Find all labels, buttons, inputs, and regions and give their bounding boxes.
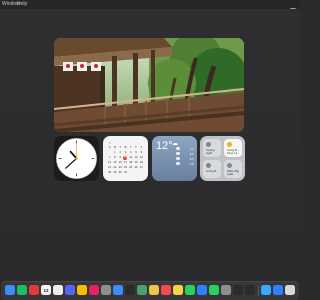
mail-icon[interactable] [113,285,123,295]
music-player-icon[interactable] [161,285,171,295]
youtube-icon[interactable] [29,285,39,295]
weather-icon [176,162,180,165]
calendar-day [139,171,144,175]
lamp-icon [227,142,232,147]
weather-temperature: 12° [156,140,173,152]
preview-icon[interactable] [149,285,159,295]
calendar-grid: S M T W T F S 1 2 3 4 5 6 7 8 9 10 11 12 13 14 15 16 17 18 19 20 21… [107,146,144,175]
calendar-day[interactable]: 27 [139,166,144,170]
stage-icon[interactable] [125,285,135,295]
home-widget[interactable]: Ceiling Light Living R... Floor La... Li… [200,136,245,181]
messenger-icon[interactable] [65,285,75,295]
home-tile-office-big-light[interactable]: Office Big Light [224,160,242,178]
downloads-icon[interactable] [273,285,283,295]
lightbulb-icon [206,142,211,147]
weather-icon [176,157,180,160]
forecast-row: 14° [176,161,194,166]
maps-icon[interactable] [137,285,147,295]
facetime-icon[interactable] [185,285,195,295]
tasks-icon[interactable] [53,285,63,295]
finder-icon[interactable] [5,285,15,295]
calendar-day[interactable]: 6 [139,151,144,155]
clock-widget[interactable] [54,136,99,181]
calendar-title: • [109,140,111,145]
lightbulb-icon [206,163,211,168]
weekday-header: S [140,146,143,149]
analog-clock [56,138,97,179]
calendar-icon[interactable]: 12 [41,285,51,295]
home-tile-label: Living R... Floor La... [227,148,240,156]
notes-icon[interactable] [173,285,183,295]
activity-icon[interactable] [245,285,255,295]
photos-icon[interactable] [77,285,87,295]
weather-icon [176,152,180,155]
whatsapp-icon[interactable] [209,285,219,295]
music-icon[interactable] [17,285,27,295]
forecast-temp: 12° [189,151,194,156]
settings-icon[interactable] [221,285,231,295]
news-icon[interactable] [89,285,99,295]
dock-separator [258,286,259,296]
forecast-temp: 14° [189,161,194,166]
weather-forecast: 11° 12° 12° 14° [176,146,194,166]
calendar-today-marker: 10 [123,156,128,160]
weather-widget[interactable]: 12° ☁ 11° 12° 12° 14° [152,136,197,181]
launchpad-icon[interactable] [101,285,111,295]
forecast-temp: 12° [189,156,194,161]
home-tile-label: Ceiling Light [206,148,215,156]
home-tile-label: Living R... [206,169,219,173]
lightbulb-icon [227,163,232,168]
calendar-day[interactable]: 13 [139,156,144,160]
photo-image [54,38,244,132]
folder-icon[interactable] [261,285,271,295]
photo-widget[interactable] [54,38,244,132]
calendar-widget[interactable]: • S M T W T F S 1 2 3 4 5 6 7 8 9 10 11 12 13 14 15 16 17 18 19 20… [103,136,148,181]
home-tile-label: Office Big Light [227,169,240,177]
menu-help[interactable]: Help [17,1,27,7]
clock-icon[interactable] [233,285,243,295]
trash-icon[interactable] [285,285,295,295]
home-tile-ceiling-light[interactable]: Ceiling Light [203,139,221,157]
menu-bar: Window Help [0,0,300,14]
home-tile-living-room-floor-lamp[interactable]: Living R... Floor La... [224,139,242,157]
home-tile-living-room[interactable]: Living R... [203,160,221,178]
status-icon[interactable] [290,1,296,14]
appstore-icon[interactable] [197,285,207,295]
dock: 12 [1,281,299,300]
weather-icon [176,147,180,150]
calendar-day[interactable]: 20 [139,161,144,165]
forecast-temp: 11° [189,146,194,151]
